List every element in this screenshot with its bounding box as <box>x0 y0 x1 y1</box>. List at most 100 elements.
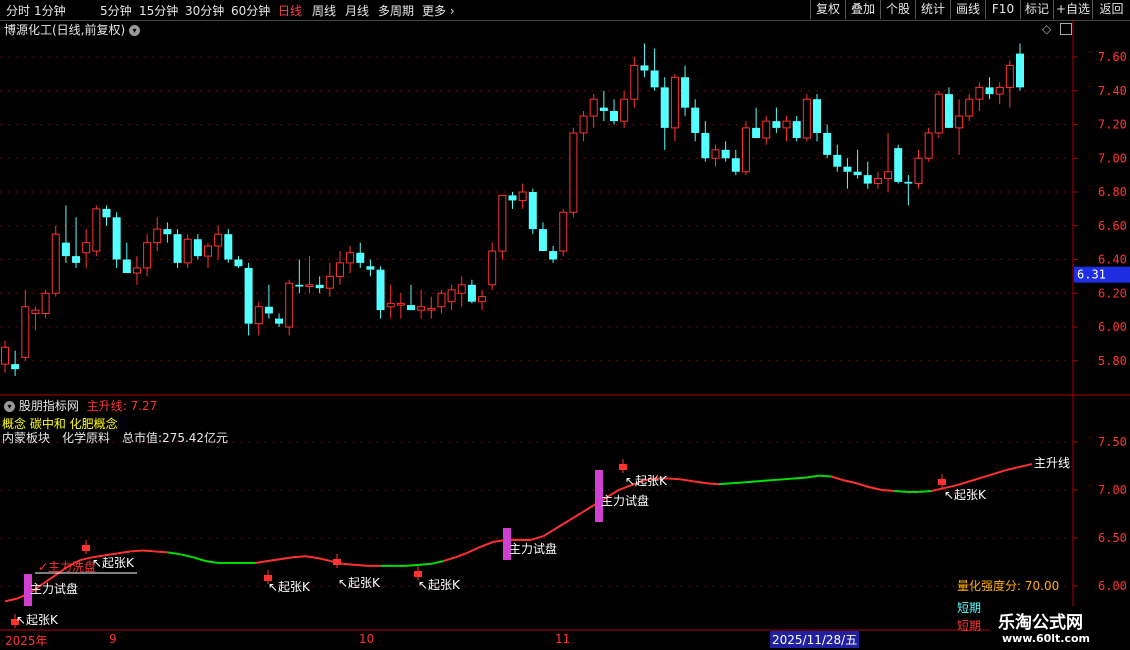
main-rise-line-segment <box>868 486 882 491</box>
main-rise-line-segment <box>117 550 131 555</box>
title-dropdown-icon[interactable]: ▾ <box>129 25 141 36</box>
candle-body <box>599 107 608 111</box>
indicator-name: 股朋指标网 <box>18 399 79 413</box>
candle-body <box>122 259 131 273</box>
candle-body <box>295 284 304 287</box>
candle-body <box>813 99 821 133</box>
candle <box>630 57 639 108</box>
candle <box>488 242 497 290</box>
candle-body <box>396 302 405 306</box>
main-rise-line-segment <box>267 558 281 563</box>
qizhang-label: ↖起张K <box>16 613 59 627</box>
candle-body <box>315 284 324 289</box>
candle-body <box>650 70 659 88</box>
main-rise-line-segment <box>155 550 168 554</box>
candle <box>478 289 487 311</box>
candle-body <box>569 132 578 213</box>
washout-label: ✓主力洗盘 <box>38 559 96 574</box>
candle-body <box>894 148 903 182</box>
candle-body <box>163 229 172 235</box>
panel-toggle-icon[interactable] <box>1060 23 1072 35</box>
candle-body <box>670 76 679 129</box>
candle <box>325 262 334 297</box>
main-rise-line-segment <box>919 489 932 493</box>
candle-body <box>1005 64 1014 88</box>
candle <box>833 144 842 172</box>
qizhang-label: ↖起张K <box>268 580 311 594</box>
candle-body <box>376 269 385 311</box>
indicator-dropdown-icon[interactable]: ▾ <box>4 401 15 412</box>
candle-body <box>762 120 771 139</box>
candle <box>204 242 212 268</box>
candle-body <box>386 302 395 308</box>
qizhang-label: ↖起张K <box>92 556 135 570</box>
candle-body <box>691 107 700 133</box>
candle-body <box>579 115 588 134</box>
main-rise-line-segment <box>718 482 732 486</box>
signal-marker <box>333 559 341 565</box>
xaxis-label-9: 9 <box>109 632 117 646</box>
candle-body <box>823 132 832 155</box>
candle <box>640 43 649 78</box>
candle-body <box>143 242 152 269</box>
candle-body <box>640 65 649 71</box>
qizhang-label: ↖起张K <box>944 488 987 502</box>
candle-body <box>366 266 375 270</box>
candle <box>1005 60 1014 108</box>
candle <box>407 284 415 311</box>
candle <box>955 99 964 155</box>
candle-body <box>944 94 953 128</box>
candle-body <box>955 115 964 129</box>
candle-body <box>965 98 974 117</box>
candle <box>924 127 933 162</box>
candle-body <box>721 149 730 159</box>
candle <box>102 205 111 226</box>
main-rise-line-segment <box>355 563 369 567</box>
indicator-header: ▾ 股朋指标网 主升线: 7.27 <box>4 397 157 414</box>
candle <box>528 188 537 235</box>
candle-body <box>924 132 933 159</box>
current-price-label: 6.31 <box>1077 268 1106 282</box>
candle-body <box>904 181 913 184</box>
candle-body <box>102 208 111 218</box>
candle-body <box>224 234 233 260</box>
candle-body <box>853 171 862 176</box>
candle-body <box>346 252 355 264</box>
main-rise-line-segment <box>969 476 983 483</box>
main-chart-title: 博源化工(日线,前复权) ▾ <box>4 21 141 38</box>
candle-body <box>610 111 618 122</box>
candle-body <box>51 233 60 294</box>
candle-body <box>112 217 121 260</box>
candle <box>153 217 162 252</box>
candle <box>447 284 456 311</box>
cursor-date-label: 2025/11/28/五 <box>770 631 860 648</box>
candle <box>823 124 832 159</box>
candle-body <box>508 195 517 201</box>
candle-body <box>782 120 791 129</box>
main-rise-line-segment <box>205 560 219 564</box>
main-rise-line-segment <box>555 519 570 530</box>
candle <box>731 149 740 176</box>
candle <box>122 242 131 273</box>
price-tick-label: 7.40 <box>1098 84 1127 98</box>
candle-body <box>427 307 436 311</box>
candle-body <box>11 364 20 370</box>
candle-body <box>975 86 984 100</box>
candle <box>72 217 81 268</box>
candle <box>366 259 375 277</box>
candle <box>285 279 294 336</box>
candle <box>884 132 893 192</box>
candle-body <box>132 267 141 274</box>
candle <box>579 111 588 142</box>
candle <box>457 276 466 307</box>
short-term-label-2: 短期 <box>957 619 982 633</box>
candle <box>11 350 20 376</box>
candle <box>681 65 690 117</box>
watermark-name: 乐淘公式网 <box>998 613 1083 633</box>
main-rise-line-segment <box>881 489 895 492</box>
candle-body <box>254 306 263 325</box>
price-tick-label: 6.80 <box>1098 185 1127 199</box>
diamond-icon[interactable]: ◇ <box>1042 22 1051 36</box>
candle-body <box>843 166 852 172</box>
candle <box>863 161 872 189</box>
